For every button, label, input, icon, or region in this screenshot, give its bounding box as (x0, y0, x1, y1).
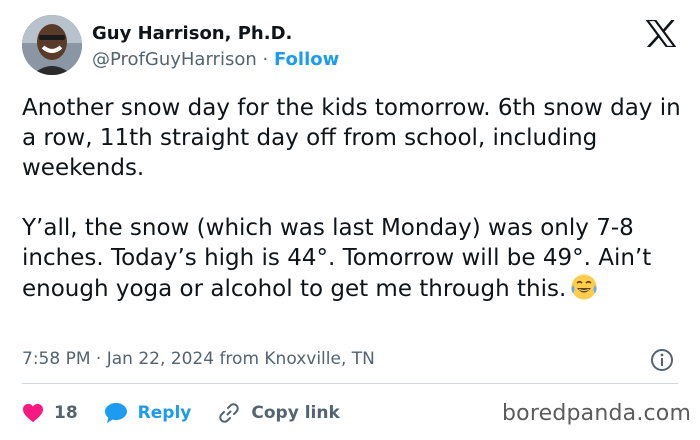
x-logo-icon[interactable] (646, 20, 676, 47)
action-bar: 18 Reply Copy link (22, 400, 366, 426)
reply-button[interactable]: Reply (104, 402, 192, 424)
tweet-meta: 7:58 PM · Jan 22, 2024 from Knoxville, T… (22, 347, 375, 371)
divider (22, 383, 678, 384)
avatar-image (22, 15, 82, 75)
tweet-date[interactable]: Jan 22, 2024 (107, 349, 214, 369)
heart-icon (23, 403, 43, 423)
avatar[interactable] (22, 15, 82, 75)
meta-separator: · (95, 349, 102, 369)
author-name[interactable]: Guy Harrison, Ph.D. (92, 22, 292, 46)
like-button[interactable]: 18 (22, 403, 78, 423)
tweet-time[interactable]: 7:58 PM (22, 349, 91, 369)
speech-bubble-icon (104, 403, 127, 423)
handle-row: @ProfGuyHarrison · Follow (92, 48, 339, 72)
author-handle[interactable]: @ProfGuyHarrison (92, 49, 257, 70)
info-icon[interactable] (650, 348, 674, 372)
reply-label: Reply (137, 403, 192, 423)
tweet-location: from Knoxville, TN (219, 349, 375, 369)
tweet-paragraph: Y’all, the snow (which was last Monday) … (22, 213, 682, 304)
tweet-card: Guy Harrison, Ph.D. @ProfGuyHarrison · F… (0, 0, 700, 440)
copy-link-button[interactable]: Copy link (217, 401, 340, 425)
handle-separator: · (262, 49, 269, 70)
tweet-text: Another snow day for the kids tomorrow. … (22, 93, 682, 304)
copy-link-label: Copy link (251, 403, 340, 423)
watermark: boredpanda.com (502, 401, 692, 426)
link-icon (219, 403, 240, 423)
tweet-paragraph-text: Y’all, the snow (which was last Monday) … (22, 215, 659, 302)
tweet-paragraph: Another snow day for the kids tomorrow. … (22, 95, 689, 181)
tears-of-joy-emoji-icon (571, 274, 597, 300)
follow-button[interactable]: Follow (274, 49, 339, 70)
like-count: 18 (54, 403, 78, 423)
